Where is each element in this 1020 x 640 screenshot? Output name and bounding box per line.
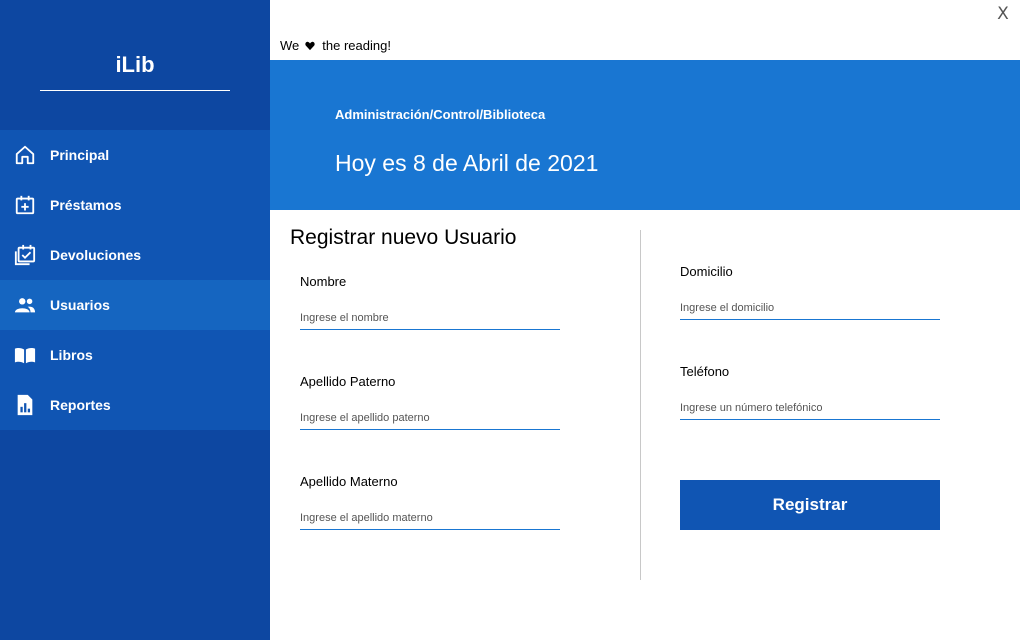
logo-underline — [40, 90, 230, 91]
page-title: Registrar nuevo Usuario — [290, 226, 517, 249]
sidebar-item-label: Usuarios — [50, 297, 110, 313]
tagline-after: the reading! — [322, 38, 391, 53]
domicilio-field[interactable] — [680, 296, 940, 320]
users-icon — [14, 298, 36, 313]
domicilio-label: Domicilio — [680, 264, 733, 279]
sidebar-item-reportes[interactable]: Reportes — [0, 380, 270, 430]
sidebar-item-principal[interactable]: Principal — [0, 130, 270, 180]
sidebar-item-label: Libros — [50, 347, 93, 363]
report-icon — [17, 394, 33, 416]
sidebar: iLib Principal Préstamos Devoluciones Us… — [0, 0, 270, 640]
breadcrumb: Administración/Control/Biblioteca — [335, 107, 546, 122]
sidebar-item-label: Principal — [50, 147, 110, 163]
app-logo: iLib — [115, 52, 155, 77]
tagline: We the reading! — [280, 38, 391, 53]
calendar-check-icon — [14, 244, 36, 266]
apellido-paterno-field[interactable] — [300, 406, 560, 430]
nombre-field[interactable] — [300, 306, 560, 330]
header-banner: Administración/Control/Biblioteca Hoy es… — [270, 60, 1020, 210]
sidebar-item-label: Devoluciones — [50, 247, 142, 263]
book-icon — [14, 347, 36, 364]
sidebar-item-devoluciones[interactable]: Devoluciones — [0, 230, 270, 280]
column-divider — [640, 230, 641, 580]
apellido-paterno-label: Apellido Paterno — [300, 374, 396, 389]
sidebar-nav: Principal Préstamos Devoluciones Usuario… — [0, 130, 270, 430]
nombre-label: Nombre — [300, 274, 347, 289]
sidebar-item-usuarios[interactable]: Usuarios — [0, 280, 270, 330]
telefono-field[interactable] — [680, 396, 940, 420]
telefono-label: Teléfono — [680, 364, 730, 379]
tagline-before: We — [280, 38, 300, 53]
sidebar-item-prestamos[interactable]: Préstamos — [0, 180, 270, 230]
apellido-materno-label: Apellido Materno — [300, 474, 398, 489]
sidebar-item-label: Reportes — [50, 397, 111, 413]
register-button[interactable]: Registrar — [680, 480, 940, 530]
home-icon — [15, 145, 35, 165]
apellido-materno-field[interactable] — [300, 506, 560, 530]
heart-icon — [305, 41, 315, 50]
calendar-add-icon — [15, 195, 35, 215]
sidebar-item-libros[interactable]: Libros — [0, 330, 270, 380]
sidebar-item-label: Préstamos — [50, 197, 122, 213]
close-button[interactable]: X — [994, 4, 1012, 24]
current-date: Hoy es 8 de Abril de 2021 — [335, 150, 599, 176]
